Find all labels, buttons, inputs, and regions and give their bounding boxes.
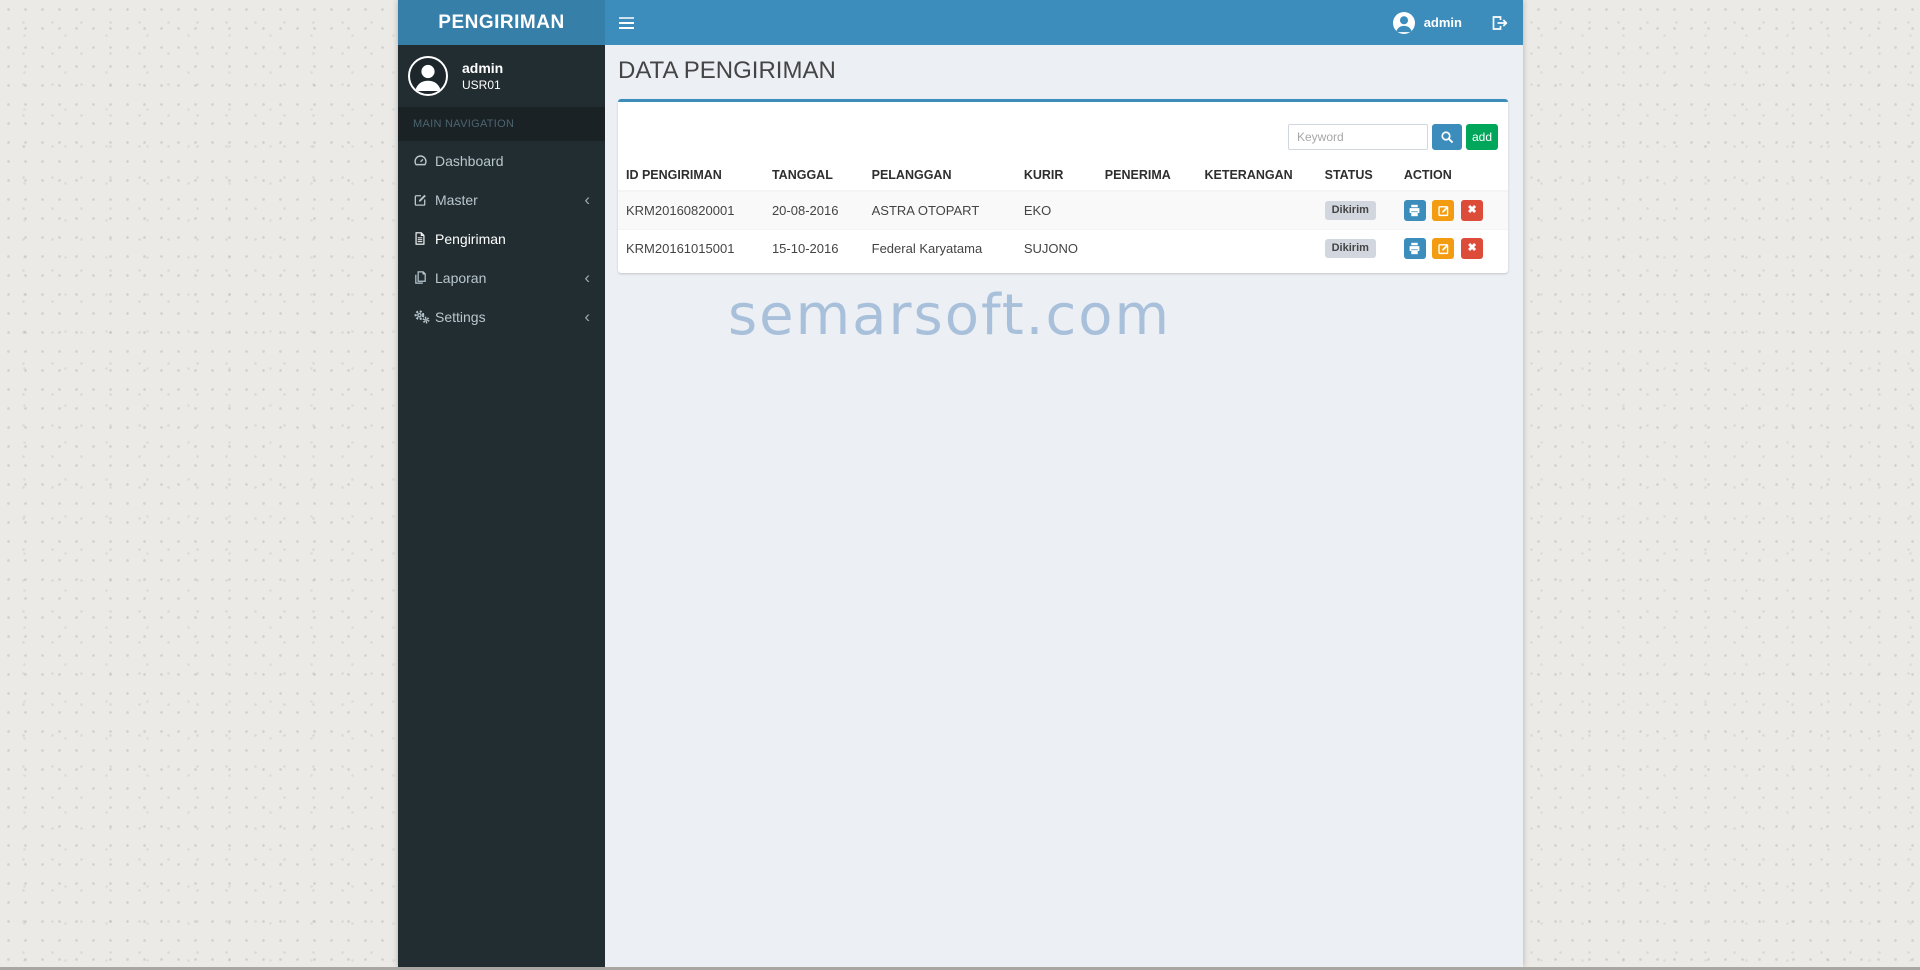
search-button[interactable]: [1432, 124, 1462, 150]
column-header: ACTION: [1395, 160, 1508, 192]
sidebar-item-dashboard[interactable]: Dashboard: [398, 141, 605, 180]
sign-out-icon: [1491, 15, 1508, 31]
cell-pelanggan: ASTRA OTOPART: [863, 190, 1016, 230]
main-content: DATA PENGIRIMAN add ID PENGIRI: [605, 45, 1523, 967]
print-button[interactable]: [1403, 238, 1426, 259]
desktop-background: { "app": { "logo_title": "PENGIRIMAN", "…: [0, 0, 1920, 970]
cell-keterangan: [1196, 190, 1317, 230]
gears-icon: [413, 309, 434, 324]
column-header: PENERIMA: [1096, 160, 1197, 192]
cell-tanggal: 15-10-2016: [763, 229, 864, 267]
column-header: ID PENGIRIMAN: [618, 160, 764, 192]
close-x-icon: ✖: [1467, 242, 1477, 254]
cell-kurir: SUJONO: [1015, 229, 1097, 267]
sidebar-item-laporan[interactable]: Laporan ‹: [398, 258, 605, 297]
sidebar-item-label: Master: [435, 191, 478, 208]
sidebar-user-name: admin: [462, 60, 504, 76]
cell-id-pengiriman: KRM20161015001: [618, 229, 764, 267]
edit-icon: [1437, 242, 1450, 255]
cell-id-pengiriman: KRM20160820001: [618, 190, 764, 230]
column-header: KETERANGAN: [1196, 160, 1317, 192]
data-box: add ID PENGIRIMAN TANGGAL PELANGGAN KURI…: [618, 99, 1508, 273]
sidebar-item-label: Laporan: [435, 269, 487, 286]
sidebar-item-label: Settings: [435, 308, 486, 325]
sidebar-item-label: Pengiriman: [435, 230, 506, 247]
edit-icon: [413, 192, 434, 207]
sidebar-user-id: USR01: [462, 78, 501, 92]
cell-penerima: [1096, 190, 1197, 230]
sidebar-section-header: MAIN NAVIGATION: [398, 107, 605, 141]
status-badge: Dikirim: [1324, 239, 1376, 258]
column-header: PELANGGAN: [863, 160, 1016, 192]
sidebar-item-settings[interactable]: Settings ‹: [398, 297, 605, 336]
cell-keterangan: [1196, 229, 1317, 267]
user-avatar-icon: [408, 56, 448, 96]
search-icon: [1440, 130, 1455, 145]
cell-kurir: EKO: [1015, 190, 1097, 230]
cell-penerima: [1096, 229, 1197, 267]
chevron-left-icon: ‹: [584, 307, 590, 326]
dashboard-icon: [413, 153, 434, 168]
app-logo[interactable]: PENGIRIMAN: [398, 0, 605, 45]
app-window: PENGIRIMAN admin admin USR01 MAIN NAVIGA…: [398, 0, 1523, 967]
print-button[interactable]: [1403, 200, 1426, 221]
page-title: DATA PENGIRIMAN: [618, 57, 836, 84]
edit-button[interactable]: [1432, 238, 1455, 259]
table-row: KRM20161015001 15-10-2016 Federal Karyat…: [618, 229, 1508, 267]
column-header: TANGGAL: [763, 160, 864, 192]
edit-button[interactable]: [1432, 200, 1455, 221]
chevron-left-icon: ‹: [584, 268, 590, 287]
cell-tanggal: 20-08-2016: [763, 190, 864, 230]
sidebar-item-pengiriman[interactable]: Pengiriman: [398, 219, 605, 258]
delete-button[interactable]: ✖: [1461, 200, 1484, 221]
navbar-right: admin: [1379, 0, 1523, 45]
copy-files-icon: [413, 270, 434, 285]
sidebar-toggle-button[interactable]: [605, 0, 647, 45]
data-table: ID PENGIRIMAN TANGGAL PELANGGAN KURIR PE…: [618, 160, 1508, 267]
table-row: KRM20160820001 20-08-2016 ASTRA OTOPART …: [618, 190, 1508, 230]
add-button[interactable]: add: [1466, 124, 1498, 150]
edit-icon: [1437, 204, 1450, 217]
navbar-user-menu[interactable]: admin: [1379, 0, 1476, 45]
table-header-row: ID PENGIRIMAN TANGGAL PELANGGAN KURIR PE…: [618, 160, 1508, 192]
sidebar-item-label: Dashboard: [435, 152, 504, 169]
sidebar-item-master[interactable]: Master ‹: [398, 180, 605, 219]
printer-icon: [1408, 242, 1421, 255]
chevron-left-icon: ‹: [584, 190, 590, 209]
navbar-user-name: admin: [1423, 15, 1462, 30]
logout-button[interactable]: [1476, 0, 1523, 45]
search-input[interactable]: [1288, 124, 1428, 150]
status-badge: Dikirim: [1324, 201, 1376, 220]
column-header: STATUS: [1316, 160, 1396, 192]
top-navbar: admin: [605, 0, 1523, 45]
file-text-icon: [413, 231, 434, 246]
cell-pelanggan: Federal Karyatama: [863, 229, 1016, 267]
sidebar: admin USR01 MAIN NAVIGATION Dashboard Ma…: [398, 45, 605, 967]
box-toolbar: add: [618, 102, 1508, 160]
user-avatar-icon: [1392, 11, 1415, 34]
sidebar-user-panel: admin USR01: [398, 45, 605, 107]
printer-icon: [1408, 204, 1421, 217]
column-header: KURIR: [1015, 160, 1097, 192]
close-x-icon: ✖: [1467, 204, 1477, 216]
delete-button[interactable]: ✖: [1461, 238, 1484, 259]
